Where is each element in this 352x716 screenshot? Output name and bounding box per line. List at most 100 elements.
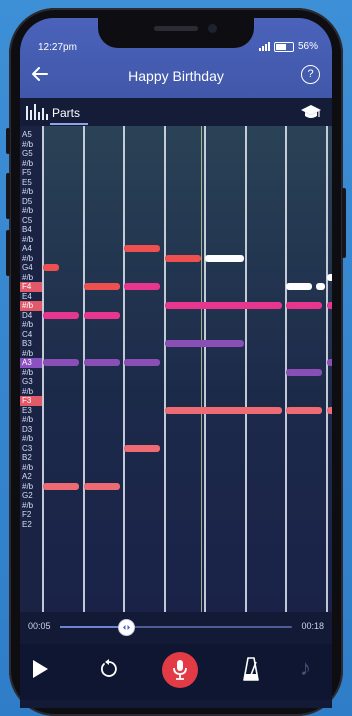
note-bar [124, 245, 161, 252]
pitch-key: F3 [20, 396, 42, 406]
note-bar [124, 283, 161, 290]
help-icon[interactable]: ? [301, 65, 320, 84]
note-bar [286, 406, 323, 414]
pitch-key: E4 [22, 291, 32, 301]
graduation-cap-icon[interactable] [300, 103, 322, 121]
pitch-key: #/b [22, 320, 34, 329]
page-title: Happy Birthday [128, 68, 224, 84]
elapsed-time: 00:05 [28, 621, 51, 631]
note-bar [164, 340, 244, 347]
pitch-key: #/b [22, 481, 34, 491]
status-time: 12:27pm [38, 42, 77, 53]
record-button[interactable] [162, 652, 198, 688]
pitch-key: #/b [22, 462, 34, 472]
pitch-key: F4 [20, 282, 42, 292]
note-bar [164, 254, 201, 262]
pitch-key: #/b [22, 206, 34, 215]
tab-bar: Parts [20, 98, 332, 127]
pitch-key: D4 [22, 310, 33, 320]
note-bar [43, 359, 80, 366]
pitch-key: A4 [22, 244, 32, 253]
note-bar [286, 283, 313, 290]
note-bar [83, 359, 120, 366]
pitch-key: G3 [22, 377, 33, 386]
pitch-key: B2 [22, 453, 32, 462]
pitch-key: A2 [22, 472, 32, 481]
seek-thumb[interactable] [117, 619, 135, 636]
app-screen: 12:27pm 56% Happy Birthday ? Parts A5 #/b… [20, 18, 332, 708]
total-time: 00:18 [301, 621, 324, 631]
pitch-key: A5 [22, 130, 32, 139]
pitch-key: #/b [22, 348, 34, 358]
pitch-key: #/b [22, 434, 34, 443]
note-bar [326, 302, 332, 309]
note-bar [124, 359, 161, 366]
note-bar [83, 283, 120, 290]
note-bar [326, 273, 332, 281]
bar-line [123, 126, 125, 612]
pitch-key: #/b [22, 234, 34, 244]
pitch-key: #/b [22, 415, 34, 424]
notch [98, 18, 254, 48]
note-bar [43, 311, 80, 319]
pitch-key: B4 [22, 225, 32, 234]
pitch-key: #/b [20, 301, 42, 311]
volume-up-button [6, 173, 10, 219]
note-bar [43, 482, 80, 490]
pitch-key: #/b [22, 367, 34, 377]
note-bar [326, 406, 332, 414]
power-button [342, 188, 346, 258]
bar-line [204, 126, 206, 612]
pitch-key: E2 [22, 519, 32, 529]
pitch-key: F2 [22, 510, 32, 519]
note-bar [205, 254, 244, 262]
bar-line [42, 126, 44, 612]
note-grid[interactable] [42, 126, 332, 612]
pitch-key: C4 [22, 329, 33, 339]
note-bar [286, 302, 323, 309]
pitch-key: C3 [22, 443, 33, 453]
play-icon[interactable] [33, 660, 48, 678]
pitch-key: #/b [22, 500, 34, 510]
piano-roll[interactable]: A5 #/b G5 #/b F5 E5 #/b D5 #/b C5 B4 #/b A4 #/b G4 #/b F… [20, 126, 332, 612]
pitch-key: B3 [22, 339, 32, 348]
note-bar [124, 444, 161, 452]
tab-parts[interactable]: Parts [52, 106, 80, 120]
replay-icon[interactable] [98, 658, 120, 680]
pitch-key: #/b [22, 139, 34, 149]
front-camera [208, 24, 217, 33]
bar-line [325, 126, 328, 612]
pitch-key: D3 [22, 424, 33, 434]
note-bar [43, 264, 60, 271]
seek-bar[interactable] [60, 626, 292, 628]
music-note-icon[interactable]: ♪ [300, 655, 311, 681]
note-bar [164, 406, 282, 414]
pitch-key: #/b [22, 253, 34, 263]
bar-line [244, 126, 247, 612]
note-bar [83, 482, 120, 490]
pitch-key: #/b [22, 187, 34, 196]
battery-icon [273, 41, 294, 52]
mute-switch [6, 128, 10, 154]
parts-bars-icon [26, 104, 48, 120]
pitch-key: E3 [22, 405, 32, 415]
pitch-key: C5 [22, 215, 33, 225]
volume-down-button [6, 230, 10, 276]
tab-active-indicator [50, 123, 88, 125]
bar-line [163, 126, 166, 612]
pitch-key: G4 [22, 263, 33, 272]
pitch-key: A3 [20, 358, 42, 368]
pitch-key: E5 [22, 177, 32, 187]
note-bar [316, 283, 325, 290]
pitch-key: #/b [22, 158, 34, 168]
status-indicators: 56% [258, 41, 318, 52]
signal-icon [258, 42, 270, 51]
pitch-key: D5 [22, 196, 33, 206]
control-bar: ♪ [20, 644, 332, 700]
pitch-key: G5 [22, 149, 33, 158]
player-footer: 00:05 00:18 ♪ [20, 612, 332, 708]
metronome-icon[interactable] [242, 656, 260, 682]
speaker-grille [154, 26, 198, 31]
pitch-key: G2 [22, 491, 33, 500]
pitch-key: #/b [22, 272, 34, 282]
